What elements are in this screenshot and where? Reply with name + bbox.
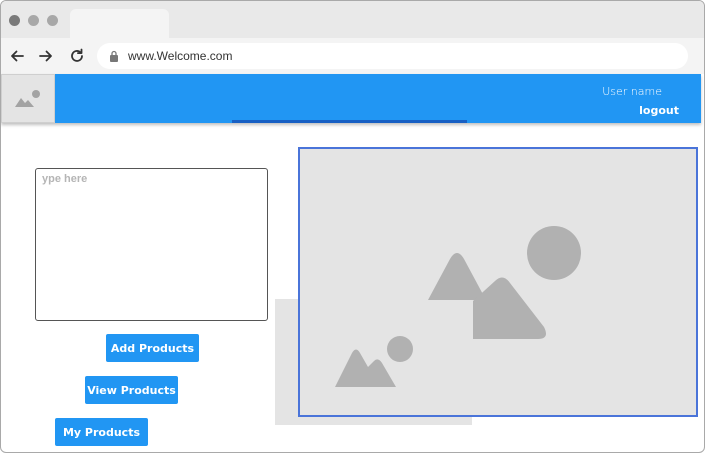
app-header: User name logout: [1, 74, 701, 123]
browser-tab[interactable]: [70, 9, 169, 38]
image-placeholder-icon: [335, 226, 581, 387]
logout-link[interactable]: logout: [639, 104, 679, 117]
url-bar[interactable]: www.Welcome.com: [97, 43, 688, 69]
image-panel: [298, 147, 698, 417]
url-text: www.Welcome.com: [128, 49, 233, 63]
window-close-dot[interactable]: [9, 15, 20, 26]
image-placeholder-icon: [15, 89, 40, 107]
browser-tab-strip: [1, 1, 704, 38]
my-products-button[interactable]: My Products: [55, 418, 148, 446]
username-label: User name: [602, 85, 662, 98]
back-arrow-icon[interactable]: [5, 44, 29, 68]
browser-window: www.Welcome.com User name logout Add Pro…: [0, 0, 705, 453]
window-minimize-dot[interactable]: [28, 15, 39, 26]
product-textarea[interactable]: [35, 168, 268, 321]
forward-arrow-icon[interactable]: [34, 44, 58, 68]
logo[interactable]: [1, 74, 55, 123]
add-products-button[interactable]: Add Products: [106, 334, 199, 362]
reload-icon[interactable]: [65, 44, 89, 68]
window-maximize-dot[interactable]: [47, 15, 58, 26]
active-nav-indicator: [232, 120, 467, 123]
browser-nav-bar: www.Welcome.com: [1, 38, 704, 74]
lock-icon: [110, 50, 118, 62]
view-products-button[interactable]: View Products: [85, 376, 178, 404]
